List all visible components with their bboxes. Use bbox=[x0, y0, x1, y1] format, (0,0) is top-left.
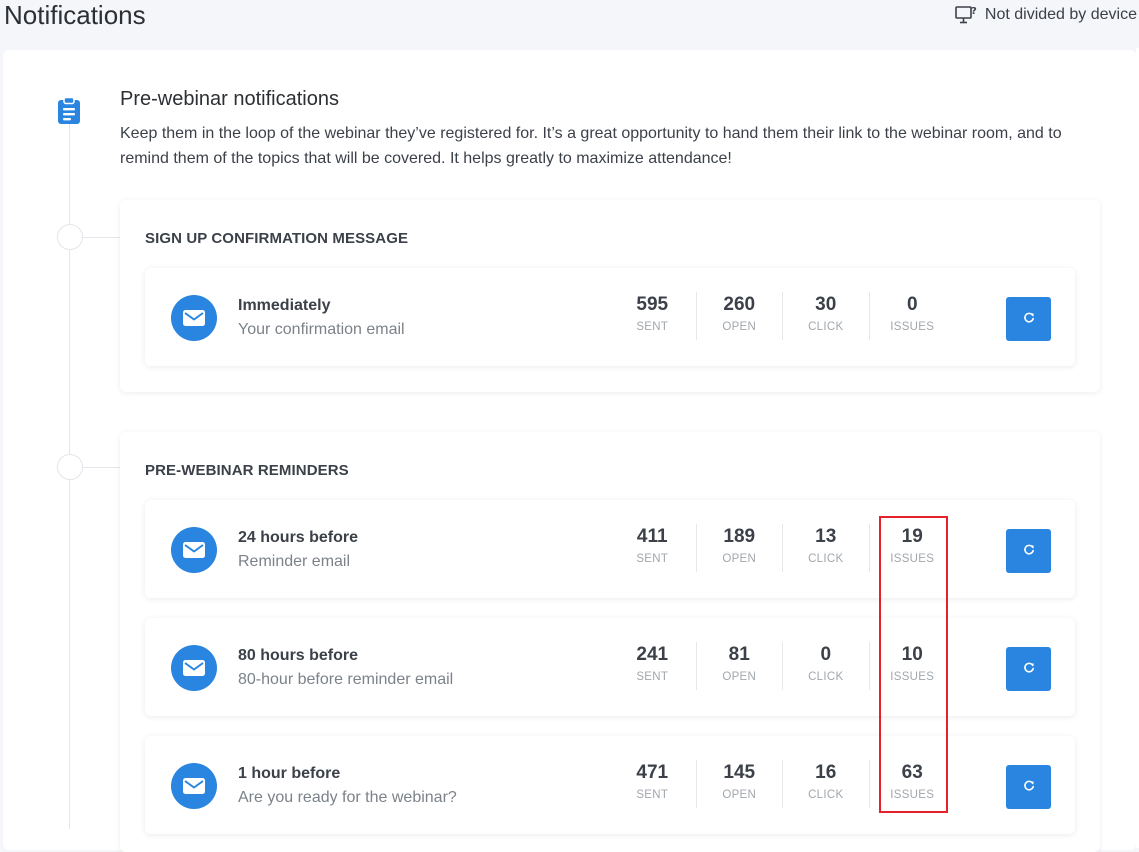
stat-label: OPEN bbox=[722, 671, 757, 683]
section-description: Keep them in the loop of the webinar the… bbox=[120, 125, 1062, 167]
message-title: 1 hour before bbox=[238, 765, 341, 782]
stat-label: OPEN bbox=[722, 789, 757, 801]
stat-value: 595 bbox=[636, 294, 669, 315]
stat-value: 81 bbox=[728, 644, 750, 665]
stat-issues: 0 ISSUES bbox=[868, 292, 956, 340]
page-title: Notifications bbox=[4, 0, 146, 30]
stat-value: 260 bbox=[723, 294, 756, 315]
stat-value: 13 bbox=[815, 526, 837, 547]
stat-label: ISSUES bbox=[890, 553, 935, 565]
section-title: Pre-webinar notifications bbox=[120, 88, 339, 110]
stat-label: ISSUES bbox=[890, 321, 935, 333]
message-card-1-hour[interactable]: 1 hour before Are you ready for the webi… bbox=[145, 736, 1075, 834]
stat-click: 0 CLICK bbox=[782, 642, 869, 690]
stat-sent: 471 SENT bbox=[609, 760, 696, 808]
envelope-icon bbox=[171, 295, 217, 341]
refresh-button[interactable] bbox=[1006, 647, 1051, 691]
stat-label: CLICK bbox=[808, 553, 844, 565]
message-text: 80 hours before 80-hour before reminder … bbox=[238, 645, 453, 691]
message-title: 80 hours before bbox=[238, 647, 359, 664]
stat-sent: 241 SENT bbox=[609, 642, 696, 690]
message-stats: 471 SENT 145 OPEN 16 CLICK 63 ISSUES bbox=[609, 760, 955, 808]
stat-label: OPEN bbox=[722, 321, 757, 333]
stat-value: 10 bbox=[901, 644, 923, 665]
refresh-button[interactable] bbox=[1006, 297, 1051, 341]
stat-value: 0 bbox=[906, 294, 918, 315]
device-filter-label: Not divided by device bbox=[984, 6, 1137, 23]
stat-click: 16 CLICK bbox=[782, 760, 869, 808]
stat-open: 260 OPEN bbox=[695, 292, 783, 340]
group-title: PRE-WEBINAR REMINDERS bbox=[145, 462, 349, 479]
stat-open: 81 OPEN bbox=[695, 642, 783, 690]
timeline-branch bbox=[83, 467, 120, 468]
refresh-icon bbox=[1023, 312, 1035, 327]
refresh-icon bbox=[1023, 662, 1035, 677]
device-filter[interactable]: ? Not divided by device bbox=[955, 5, 1137, 25]
stat-label: SENT bbox=[636, 553, 669, 565]
message-card-80-hours[interactable]: 80 hours before 80-hour before reminder … bbox=[145, 618, 1075, 716]
monitor-question-icon: ? bbox=[955, 5, 977, 25]
envelope-icon bbox=[171, 645, 217, 691]
message-stats: 241 SENT 81 OPEN 0 CLICK 10 ISSUES bbox=[609, 642, 955, 690]
stat-value: 471 bbox=[636, 762, 669, 783]
stat-value: 0 bbox=[820, 644, 832, 665]
stat-issues: 10 ISSUES bbox=[868, 642, 956, 690]
stat-value: 411 bbox=[636, 526, 668, 547]
message-card-immediately[interactable]: Immediately Your confirmation email 595 … bbox=[145, 268, 1075, 366]
stat-value: 19 bbox=[901, 526, 923, 547]
stat-click: 30 CLICK bbox=[782, 292, 869, 340]
message-stats: 411 SENT 189 OPEN 13 CLICK 19 ISSUES bbox=[609, 524, 955, 572]
stat-label: CLICK bbox=[808, 789, 844, 801]
timeline-branch bbox=[83, 237, 120, 238]
stat-open: 145 OPEN bbox=[695, 760, 783, 808]
refresh-button[interactable] bbox=[1006, 529, 1051, 573]
message-stats: 595 SENT 260 OPEN 30 CLICK 0 ISSUES bbox=[609, 292, 955, 340]
stat-sent: 411 SENT bbox=[609, 524, 696, 572]
refresh-icon bbox=[1023, 780, 1035, 795]
stat-value: 63 bbox=[901, 762, 923, 783]
stat-value: 16 bbox=[815, 762, 837, 783]
stat-label: ISSUES bbox=[890, 789, 935, 801]
message-subtitle: Your confirmation email bbox=[238, 321, 405, 338]
message-title: 24 hours before bbox=[238, 529, 359, 546]
stat-value: 189 bbox=[723, 526, 756, 547]
stat-label: OPEN bbox=[722, 553, 757, 565]
clipboard-icon bbox=[57, 96, 81, 125]
stat-value: 241 bbox=[636, 644, 669, 665]
message-subtitle: 80-hour before reminder email bbox=[238, 671, 454, 688]
timeline-dot bbox=[57, 454, 83, 480]
message-subtitle: Are you ready for the webinar? bbox=[238, 789, 457, 806]
message-text: 24 hours before Reminder email bbox=[238, 527, 358, 573]
message-text: Immediately Your confirmation email bbox=[238, 295, 405, 341]
top-bar: Notifications ? Not divided by device bbox=[0, 0, 1139, 38]
stat-issues: 63 ISSUES bbox=[868, 760, 956, 808]
refresh-button[interactable] bbox=[1006, 765, 1051, 809]
message-text: 1 hour before Are you ready for the webi… bbox=[238, 763, 457, 809]
stat-label: SENT bbox=[636, 671, 669, 683]
refresh-icon bbox=[1023, 544, 1035, 559]
svg-text:?: ? bbox=[971, 6, 977, 17]
stat-open: 189 OPEN bbox=[695, 524, 783, 572]
stat-label: CLICK bbox=[808, 321, 844, 333]
stat-sent: 595 SENT bbox=[609, 292, 696, 340]
stat-label: SENT bbox=[636, 789, 669, 801]
envelope-icon bbox=[171, 763, 217, 809]
message-title: Immediately bbox=[238, 297, 331, 314]
stat-label: CLICK bbox=[808, 671, 844, 683]
stat-value: 145 bbox=[723, 762, 756, 783]
message-card-24-hours[interactable]: 24 hours before Reminder email 411 SENT … bbox=[145, 500, 1075, 598]
section-header: Pre-webinar notifications Keep them in t… bbox=[120, 86, 1100, 171]
stat-label: SENT bbox=[636, 321, 669, 333]
stat-issues: 19 ISSUES bbox=[868, 524, 956, 572]
stat-click: 13 CLICK bbox=[782, 524, 869, 572]
stat-label: ISSUES bbox=[890, 671, 935, 683]
timeline-dot bbox=[57, 224, 83, 250]
envelope-icon bbox=[171, 527, 217, 573]
group-title: SIGN UP CONFIRMATION MESSAGE bbox=[145, 230, 409, 247]
stat-value: 30 bbox=[815, 294, 837, 315]
message-subtitle: Reminder email bbox=[238, 553, 351, 570]
